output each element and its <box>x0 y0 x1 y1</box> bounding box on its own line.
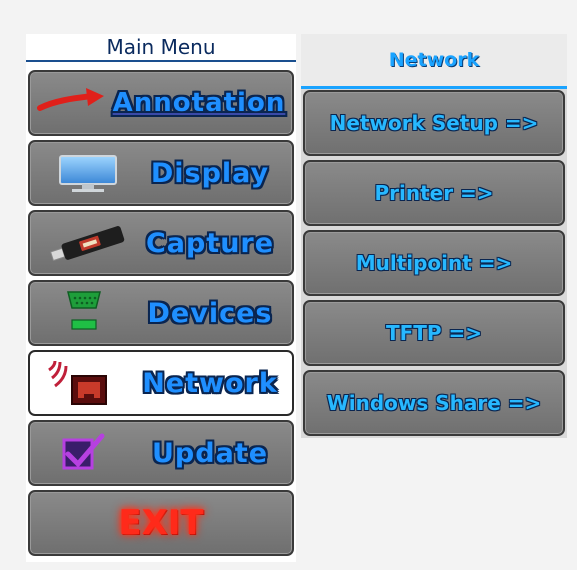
display-label: Display <box>150 157 270 189</box>
serial-port-icon <box>67 291 101 330</box>
red-arrow-icon <box>37 88 104 111</box>
main-menu-title: Main Menu <box>26 34 296 62</box>
devices-button[interactable]: Devices <box>28 280 294 346</box>
network-setup-button[interactable]: Network Setup => <box>303 90 565 156</box>
tftp-button[interactable]: TFTP => <box>303 300 565 366</box>
multipoint-label: Multipoint => <box>355 251 513 275</box>
windows-share-button[interactable]: Windows Share => <box>303 370 565 436</box>
tftp-label: TFTP => <box>385 321 483 345</box>
display-button[interactable]: Display <box>28 140 294 206</box>
printer-button[interactable]: Printer => <box>303 160 565 226</box>
multipoint-button[interactable]: Multipoint => <box>303 230 565 296</box>
exit-label: EXIT <box>118 503 204 543</box>
network-label: Network <box>142 367 278 399</box>
network-setup-label: Network Setup => <box>329 111 539 135</box>
network-button[interactable]: Network <box>28 350 294 416</box>
printer-label: Printer => <box>374 181 494 205</box>
windows-share-label: Windows Share => <box>326 391 542 415</box>
update-button[interactable]: Update <box>28 420 294 486</box>
monitor-icon <box>59 155 117 192</box>
checkbox-icon <box>62 433 105 470</box>
network-submenu-panel: Network Network Setup => Printer => Mult… <box>301 34 567 438</box>
network-panel-title: Network <box>301 34 567 89</box>
annotation-label: Annotation <box>112 88 286 118</box>
network-port-icon <box>48 360 107 405</box>
update-label: Update <box>151 437 269 469</box>
devices-label: Devices <box>147 297 273 329</box>
capture-button[interactable]: Capture <box>28 210 294 276</box>
annotation-button[interactable]: Annotation <box>28 70 294 136</box>
main-menu-panel: Main Menu Annotation Display Capture Dev… <box>26 34 296 562</box>
usb-stick-icon <box>49 226 125 262</box>
capture-label: Capture <box>145 227 275 259</box>
exit-button[interactable]: EXIT <box>28 490 294 556</box>
